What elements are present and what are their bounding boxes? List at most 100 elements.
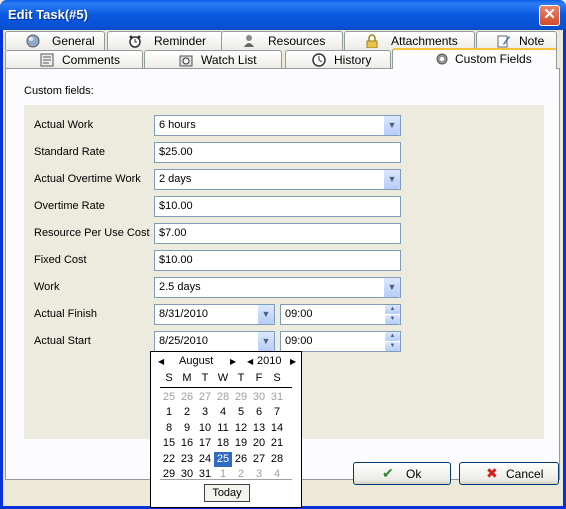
calendar-day[interactable]: 24 [196,452,214,468]
actual-overtime-work-value: 2 days [159,173,192,185]
cancel-button[interactable]: ✖ Cancel [459,462,559,485]
calendar-day[interactable]: 13 [250,421,268,437]
actual-finish-time-spinner[interactable]: 09:00 ▲ ▼ [280,304,401,325]
calendar-day[interactable]: 11 [214,421,232,437]
calendar-day[interactable]: 25 [160,390,178,406]
calendar-day[interactable]: 12 [232,421,250,437]
calendar-day[interactable]: 1 [160,405,178,421]
calendar-day[interactable]: 6 [250,405,268,421]
overtime-rate-field[interactable]: $10.00 [154,196,401,217]
actual-start-date-picker[interactable]: 8/25/2010 ▼ [154,331,275,352]
actual-start-date-value: 8/25/2010 [159,335,208,347]
calendar-day[interactable]: 21 [268,436,286,452]
prev-month-icon[interactable]: ◀ [158,355,164,369]
calendar-day[interactable]: 23 [178,452,196,468]
history-icon [312,53,326,67]
actual-start-time-spinner[interactable]: 09:00 ▲ ▼ [280,331,401,352]
chevron-down-icon[interactable]: ▼ [257,305,274,324]
tab-watch-list[interactable]: Watch List [144,50,282,69]
tab-resources[interactable]: Resources [221,31,343,50]
calendar-day[interactable]: 31 [268,390,286,406]
calendar-day[interactable]: 26 [178,390,196,406]
calendar-day[interactable]: 2 [178,405,196,421]
lock-icon [366,34,378,48]
tab-history[interactable]: History [285,50,391,69]
calendar-day[interactable]: 17 [196,436,214,452]
calendar-day[interactable]: 3 [196,405,214,421]
tab-note-label: Note [519,34,545,48]
weekday-label: M [182,372,192,384]
calendar-day[interactable]: 8 [160,421,178,437]
calendar-day[interactable]: 3 [250,467,268,483]
tab-history-label: History [334,53,372,67]
calendar-day[interactable]: 30 [250,390,268,406]
calendar-day[interactable]: 18 [214,436,232,452]
calendar-day[interactable]: 22 [160,452,178,468]
actual-overtime-work-combo[interactable]: 2 days ▼ [154,169,401,190]
calendar-day[interactable]: 16 [178,436,196,452]
tab-comments[interactable]: Comments [5,50,143,69]
chevron-down-icon[interactable]: ▼ [383,116,400,135]
calendar-day[interactable]: 4 [214,405,232,421]
tab-resources-label: Resources [268,34,326,48]
calendar-day[interactable]: 19 [232,436,250,452]
calendar-day[interactable]: 28 [214,390,232,406]
calendar-day[interactable]: 29 [232,390,250,406]
field-label-actual-work: Actual Work [34,119,94,131]
prev-year-icon[interactable]: ◀ [247,355,253,369]
tab-reminder[interactable]: Reminder [107,31,223,50]
actual-finish-date-picker[interactable]: 8/31/2010 ▼ [154,304,275,325]
calendar-day[interactable]: 1 [214,467,232,483]
spin-up-icon[interactable]: ▲ [385,332,400,341]
resource-per-use-cost-field[interactable]: $7.00 [154,223,401,244]
calendar-day[interactable]: 2 [232,467,250,483]
standard-rate-field[interactable]: $25.00 [154,142,401,163]
calendar-year[interactable]: 2010 [257,355,281,369]
calendar-day[interactable]: 28 [268,452,286,468]
calendar-month[interactable]: August [179,355,213,369]
calendar-day[interactable]: 10 [196,421,214,437]
tab-general-label: General [52,34,95,48]
field-label-resource-per-use-cost: Resource Per Use Cost [34,227,150,239]
calendar-day[interactable]: 29 [160,467,178,483]
next-month-icon[interactable]: ▶ [230,355,236,369]
calendar-day-selected[interactable]: 25 [214,451,232,467]
ok-button[interactable]: ✔ Ok [353,462,451,485]
weekday-label: T [237,372,245,384]
calendar-day[interactable]: 31 [196,467,214,483]
calendar-day[interactable]: 26 [232,452,250,468]
actual-work-value: 6 hours [159,119,196,131]
calendar-day[interactable]: 5 [232,405,250,421]
tab-custom-fields[interactable]: Custom Fields [392,48,557,69]
chevron-down-icon[interactable]: ▼ [257,332,274,351]
close-button[interactable]: ✕ [539,5,560,26]
chevron-down-icon[interactable]: ▼ [383,170,400,189]
spin-down-icon[interactable]: ▼ [385,342,400,351]
weekday-label: T [201,372,209,384]
calendar-day[interactable]: 30 [178,467,196,483]
spin-buttons[interactable]: ▲ ▼ [385,305,400,324]
actual-work-combo[interactable]: 6 hours ▼ [154,115,401,136]
calendar-week-row: 25 26 27 28 29 30 31 [160,390,296,406]
tab-general[interactable]: General [5,31,105,50]
spin-buttons[interactable]: ▲ ▼ [385,332,400,351]
x-icon: ✖ [486,465,498,481]
work-combo[interactable]: 2.5 days ▼ [154,277,401,298]
fixed-cost-field[interactable]: $10.00 [154,250,401,271]
calendar-day[interactable]: 27 [196,390,214,406]
spin-down-icon[interactable]: ▼ [385,315,400,324]
calendar-day[interactable]: 27 [250,452,268,468]
calendar-day[interactable]: 7 [268,405,286,421]
cancel-label: Cancel [506,467,544,481]
calendar-week-row: 15 16 17 18 19 20 21 [160,436,296,452]
spin-up-icon[interactable]: ▲ [385,305,400,314]
calendar-day[interactable]: 14 [268,421,286,437]
calendar-day[interactable]: 20 [250,436,268,452]
calendar-day[interactable]: 9 [178,421,196,437]
today-button[interactable]: Today [204,484,250,502]
calendar-day[interactable]: 15 [160,436,178,452]
title-bar[interactable]: Edit Task(#5) ✕ [0,0,566,30]
calendar-day[interactable]: 4 [268,467,286,483]
next-year-icon[interactable]: ▶ [290,355,296,369]
chevron-down-icon[interactable]: ▼ [383,278,400,297]
